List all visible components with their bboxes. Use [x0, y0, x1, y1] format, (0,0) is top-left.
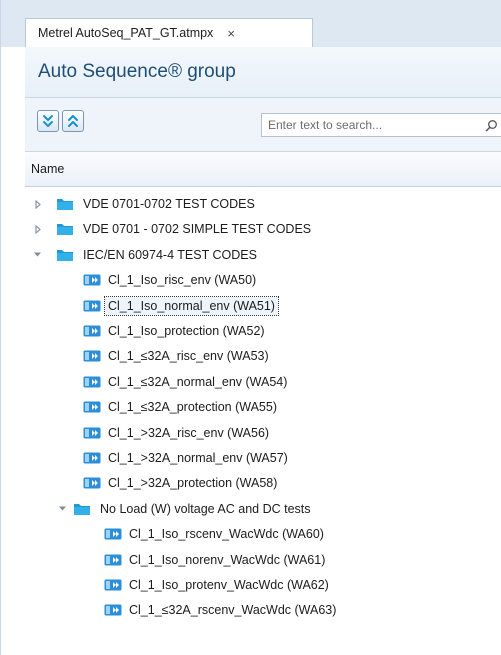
chevron-down-icon[interactable] — [32, 250, 42, 260]
tree-item-row[interactable]: Cl_1_Iso_normal_env (WA51) — [25, 293, 501, 319]
sequence-item-icon — [83, 274, 101, 286]
tree-item-row[interactable]: Cl_1_Iso_protenv_WacWdc (WA62) — [25, 572, 501, 598]
tab-document[interactable]: Metrel AutoSeq_PAT_GT.atmpx × — [25, 18, 313, 47]
sequence-item-icon — [83, 325, 101, 337]
sequence-item-icon — [83, 477, 101, 489]
sequence-item-icon — [104, 579, 122, 591]
collapse-all-icon — [68, 115, 78, 127]
sequence-item-icon — [83, 427, 101, 439]
tree-folder-row[interactable]: IEC/EN 60974-4 TEST CODES — [25, 242, 501, 268]
folder-icon — [56, 248, 74, 262]
tree-folder-label: VDE 0701-0702 TEST CODES — [83, 197, 255, 211]
close-icon[interactable]: × — [227, 27, 235, 40]
sequence-item-icon — [83, 376, 101, 388]
expand-all-icon — [43, 115, 53, 127]
tree-item-label: Cl_1_≤32A_protection (WA55) — [108, 400, 277, 415]
tree-item-label: Cl_1_≤32A_risc_env (WA53) — [108, 349, 269, 364]
tree-item-row[interactable]: Cl_1_Iso_rscenv_WacWdc (WA60) — [25, 521, 501, 547]
tree-item-label: Cl_1_≤32A_normal_env (WA54) — [108, 374, 288, 389]
chevron-right-icon[interactable] — [32, 224, 42, 234]
folder-icon — [73, 502, 91, 516]
tree-item-label: Cl_1_>32A_normal_env (WA57) — [108, 451, 288, 465]
tree-item-label: Cl_1_>32A_protection (WA58) — [108, 476, 278, 491]
tree-item-label: Cl_1_Iso_rscenv_WacWdc (WA60) — [129, 527, 324, 542]
sequence-item-icon — [104, 604, 122, 616]
tree-item-label: Cl_1_Iso_protection (WA52) — [108, 324, 265, 338]
tab-strip: Metrel AutoSeq_PAT_GT.atmpx × — [1, 0, 501, 47]
tree-item-label: Cl_1_Iso_norenv_WacWdc (WA61) — [129, 552, 326, 567]
tree-item-row[interactable]: Cl_1_≤32A_risc_env (WA53) — [25, 343, 501, 369]
page-title: Auto Sequence® group — [38, 61, 236, 82]
sequence-item-icon — [104, 554, 122, 566]
tree-folder-row[interactable]: VDE 0701-0702 TEST CODES — [25, 191, 501, 217]
expand-all-button[interactable] — [37, 110, 59, 132]
sequence-item-icon — [83, 350, 101, 362]
tree-item-label: Cl_1_Iso_protenv_WacWdc (WA62) — [129, 578, 329, 592]
tree-item-row[interactable]: Cl_1_≤32A_rscenv_WacWdc (WA63) — [25, 597, 501, 623]
toolbar — [25, 98, 501, 152]
tree-folder-label: No Load (W) voltage AC and DC tests — [100, 501, 311, 516]
chevron-down-icon[interactable] — [57, 504, 67, 514]
sequence-item-icon — [104, 528, 122, 540]
tree-folder-label: IEC/EN 60974-4 TEST CODES — [83, 247, 257, 262]
column-name-label: Name — [31, 162, 65, 176]
collapse-all-button[interactable] — [62, 110, 84, 132]
tree-item-row[interactable]: Cl_1_>32A_normal_env (WA57) — [25, 445, 501, 471]
tree-item-row[interactable]: Cl_1_Iso_protection (WA52) — [25, 318, 501, 344]
tree-item-row[interactable]: Cl_1_>32A_protection (WA58) — [25, 470, 501, 496]
tree-folder-row[interactable]: No Load (W) voltage AC and DC tests — [25, 496, 501, 522]
folder-icon — [56, 197, 74, 211]
tree-item-row[interactable]: Cl_1_≤32A_protection (WA55) — [25, 394, 501, 420]
tab-label: Metrel AutoSeq_PAT_GT.atmpx — [38, 26, 214, 40]
tree-item-row[interactable]: Cl_1_Iso_risc_env (WA50) — [25, 267, 501, 293]
tree-folder-row[interactable]: VDE 0701 - 0702 SIMPLE TEST CODES — [25, 216, 501, 242]
tree-item-label: Cl_1_≤32A_rscenv_WacWdc (WA63) — [129, 603, 337, 618]
sequence-item-icon — [83, 452, 101, 464]
group-header: Auto Sequence® group — [25, 47, 501, 98]
search-icon[interactable] — [481, 119, 501, 132]
sequence-item-icon — [83, 300, 101, 312]
tree-item-row[interactable]: Cl_1_Iso_norenv_WacWdc (WA61) — [25, 547, 501, 573]
tree-item-label: Cl_1_Iso_normal_env (WA51) — [104, 295, 279, 316]
tree-folder-label: VDE 0701 - 0702 SIMPLE TEST CODES — [83, 222, 312, 237]
search-box — [261, 113, 501, 137]
sequence-tree: VDE 0701-0702 TEST CODES VDE 0701 - 0702 … — [25, 187, 501, 655]
tree-item-row[interactable]: Cl_1_≤32A_normal_env (WA54) — [25, 369, 501, 395]
chevron-right-icon[interactable] — [32, 199, 42, 209]
auto-sequence-panel: Metrel AutoSeq_PAT_GT.atmpx × Auto Seque… — [0, 0, 501, 655]
tree-item-row[interactable]: Cl_1_>32A_risc_env (WA56) — [25, 420, 501, 446]
search-input[interactable] — [262, 114, 481, 136]
column-header-name[interactable]: Name — [25, 152, 501, 187]
sequence-item-icon — [83, 401, 101, 413]
tree-item-label: Cl_1_Iso_risc_env (WA50) — [108, 273, 257, 288]
folder-icon — [56, 222, 74, 236]
tree-item-label: Cl_1_>32A_risc_env (WA56) — [108, 425, 270, 440]
